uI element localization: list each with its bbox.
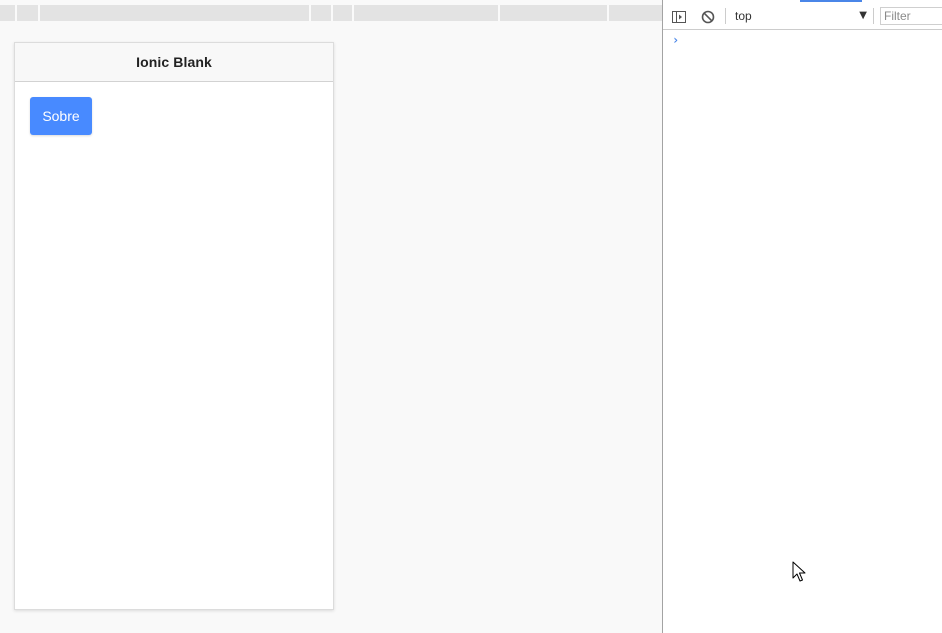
toolbar-separator bbox=[725, 8, 726, 24]
ruler-tick bbox=[331, 5, 333, 21]
console-prompt-icon[interactable]: › bbox=[672, 33, 679, 47]
app-content: Sobre bbox=[15, 82, 333, 609]
devtools-panel: top ▼ › bbox=[662, 0, 942, 633]
clear-console-icon[interactable] bbox=[701, 9, 715, 24]
ruler-tick bbox=[15, 5, 17, 21]
ruler-tick bbox=[352, 5, 354, 21]
toolbar-separator bbox=[873, 8, 874, 24]
device-ruler bbox=[0, 5, 662, 21]
console-toolbar: top ▼ bbox=[663, 4, 942, 30]
page-title: Ionic Blank bbox=[136, 54, 212, 70]
context-label: top bbox=[735, 9, 752, 23]
ruler-tick bbox=[38, 5, 40, 21]
triangle-down-icon: ▼ bbox=[859, 10, 867, 21]
filter-input[interactable] bbox=[880, 7, 942, 25]
ruler-tick bbox=[498, 5, 500, 21]
ruler-tick bbox=[309, 5, 311, 21]
sobre-button[interactable]: Sobre bbox=[30, 97, 92, 135]
app-header: Ionic Blank bbox=[15, 43, 333, 82]
context-selector[interactable]: top ▼ bbox=[729, 6, 869, 26]
device-frame: Ionic Blank Sobre bbox=[14, 42, 334, 610]
device-emulation-area: Ionic Blank Sobre bbox=[0, 0, 662, 633]
active-tab-indicator bbox=[800, 0, 862, 2]
ruler-tick bbox=[607, 5, 609, 21]
mouse-pointer-icon bbox=[792, 561, 806, 582]
sidebar-toggle-icon[interactable] bbox=[672, 9, 686, 23]
